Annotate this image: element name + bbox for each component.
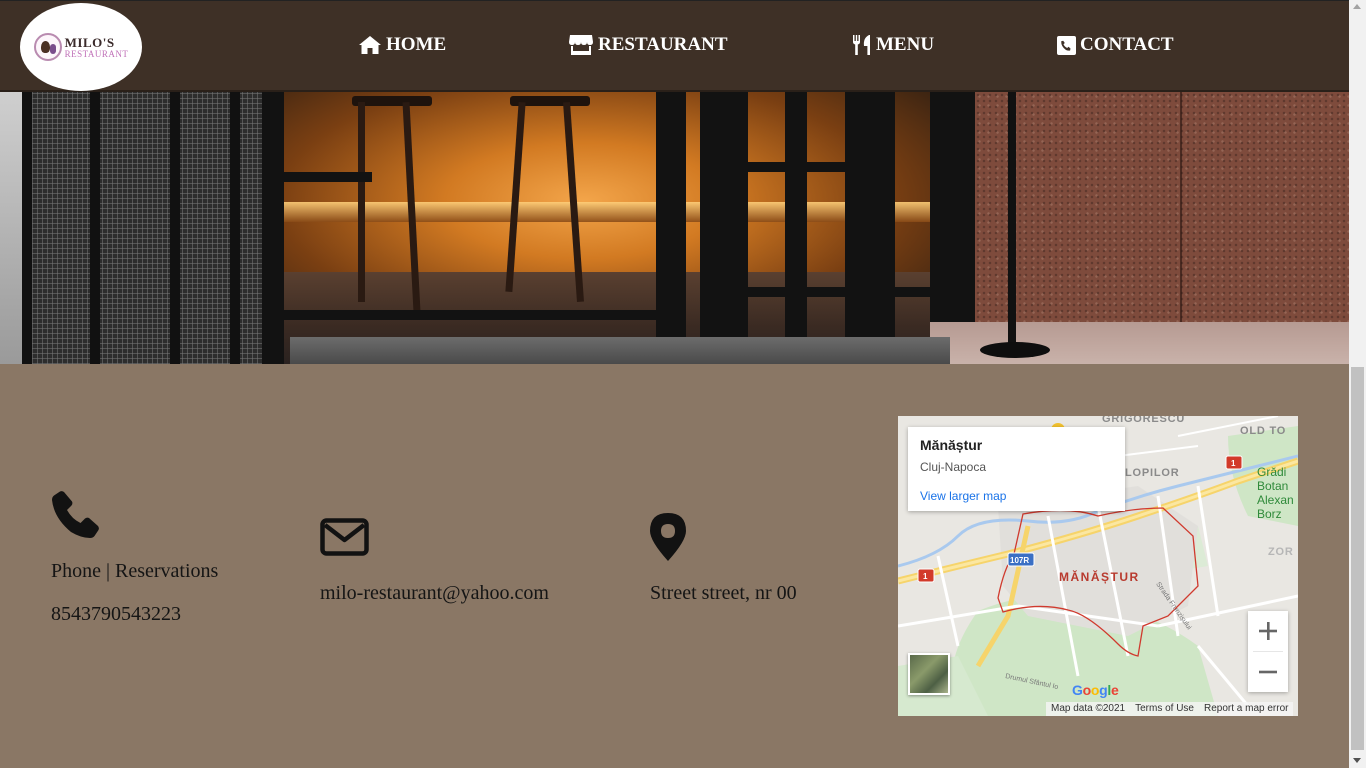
- map-place-city: Cluj-Napoca: [920, 460, 987, 474]
- map-label-old-town: OLD TO: [1240, 425, 1287, 437]
- location-address: Street street, nr 00: [650, 582, 797, 604]
- report-map-error-link[interactable]: Report a map error: [1199, 702, 1293, 716]
- nav-restaurant-label: RESTAURANT: [598, 34, 728, 55]
- map-zoom-control: [1248, 611, 1288, 692]
- page-scrollbar[interactable]: [1349, 0, 1366, 768]
- store-icon: [569, 35, 593, 55]
- hero-granite-wall: [975, 92, 1349, 342]
- hero-door-rail: [262, 310, 682, 320]
- nav-home-label: HOME: [386, 34, 447, 55]
- map-label-zorilor: ZOR: [1268, 546, 1294, 558]
- phone-icon: [52, 491, 99, 538]
- nav-menu[interactable]: MENU: [852, 34, 934, 56]
- scroll-up-icon[interactable]: [1353, 4, 1361, 9]
- map-place-name: Mănăștur: [920, 437, 983, 453]
- email-address[interactable]: milo-restaurant@yahoo.com: [320, 582, 549, 605]
- view-larger-map-link[interactable]: View larger map: [920, 489, 1113, 503]
- zoom-in-button[interactable]: [1248, 611, 1288, 651]
- satellite-toggle-button[interactable]: [908, 653, 950, 695]
- logo-inner: MILO'S RESTAURANT: [33, 33, 129, 61]
- logo-line1: MILO'S: [64, 34, 115, 50]
- map-label-lopilor: LOPILOR: [1125, 467, 1180, 479]
- envelope-icon: [320, 518, 369, 556]
- map-marker-icon: [650, 513, 686, 561]
- zoom-out-button[interactable]: [1248, 652, 1288, 692]
- nav-home[interactable]: HOME: [358, 34, 446, 56]
- minus-icon: [1259, 670, 1277, 674]
- map-road-1a: 1: [923, 572, 928, 581]
- hero-door-rail: [700, 287, 940, 297]
- home-icon: [359, 36, 381, 54]
- hero-pole: [1008, 92, 1016, 347]
- phone-square-icon: [1057, 35, 1076, 55]
- hero-door-frame: [785, 92, 807, 364]
- scroll-thumb[interactable]: [1351, 367, 1364, 750]
- logo-line2: RESTAURANT: [64, 48, 129, 59]
- nav-contact-label: CONTACT: [1080, 34, 1174, 55]
- map-embed[interactable]: GRIGORESCU OLD TO LOPILOR ZOR MĂNĂȘTUR G…: [898, 416, 1298, 716]
- nav-contact[interactable]: CONTACT: [1057, 34, 1174, 56]
- hero-stool-leg: [358, 102, 365, 302]
- plus-icon: [1259, 622, 1277, 640]
- map-label-garden: Grădi Botan Alexan Borz: [1257, 465, 1294, 521]
- map-road-107r: 107R: [1010, 556, 1030, 565]
- hero-granite-seam: [1180, 92, 1182, 342]
- hero-grille-bar: [90, 92, 100, 364]
- chef-emblem-icon: [33, 33, 62, 61]
- hero-door-frame: [262, 92, 284, 364]
- map-attribution: Map data ©2021 Terms of Use Report a map…: [1046, 702, 1294, 716]
- utensils-icon: [853, 35, 870, 55]
- hero-grille-bar: [230, 92, 240, 364]
- logo-text: MILO'S RESTAURANT: [65, 36, 129, 59]
- navbar: MILO'S RESTAURANT HOME RESTAURANT MENU C…: [0, 0, 1349, 92]
- map-label-grigorescu: GRIGORESCU: [1102, 416, 1186, 425]
- logo[interactable]: MILO'S RESTAURANT: [20, 3, 142, 91]
- google-logo: Google: [1072, 682, 1119, 698]
- map-road-1b: 1: [1231, 459, 1236, 468]
- map-place-card: Mănăștur Cluj-Napoca View larger map: [908, 427, 1125, 511]
- hero-door-frame: [700, 92, 748, 364]
- hero-step: [290, 337, 950, 364]
- hero-grille-bar: [22, 92, 32, 364]
- hero-pole-base: [980, 342, 1050, 358]
- nav-menu-label: MENU: [876, 34, 935, 55]
- terms-of-use-link[interactable]: Terms of Use: [1130, 702, 1199, 716]
- phone-title: Phone | Reservations: [51, 560, 219, 582]
- hero-grille: [22, 92, 262, 364]
- map-label-manastur: MĂNĂȘTUR: [1059, 570, 1140, 584]
- nav-restaurant[interactable]: RESTAURANT: [568, 34, 728, 56]
- hero-door-frame: [845, 92, 895, 364]
- hero-door-frame: [656, 92, 686, 364]
- phone-number[interactable]: 8543790543223: [51, 603, 181, 626]
- map-data-credit: Map data ©2021: [1051, 703, 1126, 714]
- scroll-down-icon[interactable]: [1353, 758, 1361, 763]
- hero-door-rail: [700, 162, 895, 172]
- hero-grille-bar: [170, 92, 180, 364]
- hero-door-rail: [262, 172, 372, 182]
- hero-image: [0, 92, 1349, 364]
